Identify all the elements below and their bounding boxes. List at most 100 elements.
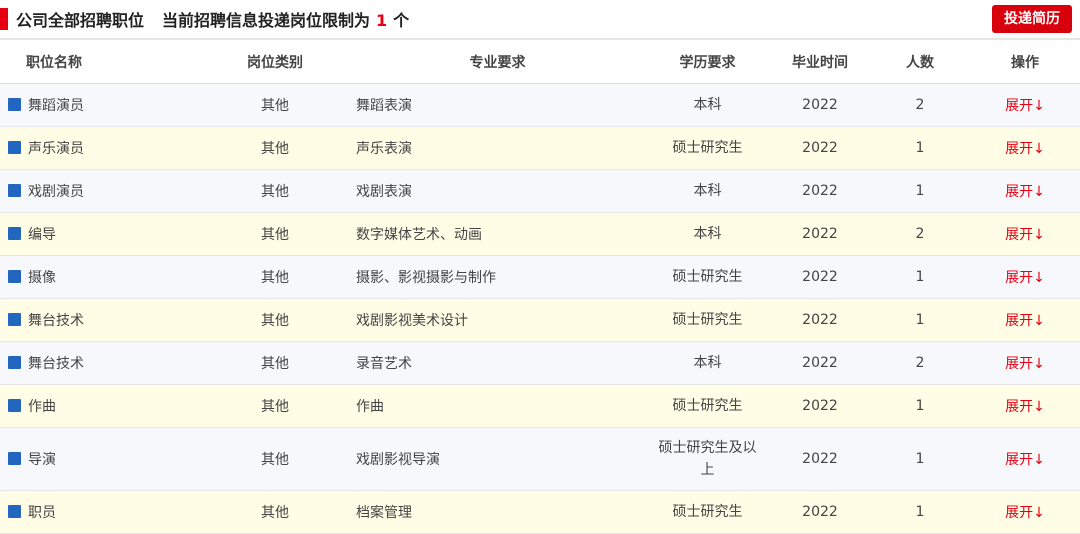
col-header-category: 岗位类别: [200, 40, 350, 84]
job-name-cell[interactable]: 作曲: [0, 384, 200, 428]
job-education-cell: 本科: [645, 83, 770, 127]
job-name-cell[interactable]: 职员: [0, 490, 200, 534]
job-education-cell: 硕士研究生: [645, 490, 770, 534]
table-row: 导演 其他 戏剧影视导演 硕士研究生及以上 2022 1 展开↓: [0, 427, 1080, 491]
job-major: 档案管理: [350, 490, 645, 534]
square-icon: [8, 505, 21, 518]
job-education-cell: 硕士研究生: [645, 298, 770, 342]
job-action-cell: 展开↓: [970, 490, 1080, 534]
expand-link[interactable]: 展开↓: [1005, 184, 1045, 200]
job-name-cell[interactable]: 舞台技术: [0, 298, 200, 342]
square-icon: [8, 141, 21, 154]
job-education: 硕士研究生: [672, 398, 743, 414]
job-name-cell[interactable]: 导演: [0, 427, 200, 491]
job-name: 戏剧演员: [28, 184, 84, 200]
col-header-major: 专业要求: [350, 40, 645, 84]
job-count: 1: [870, 298, 970, 342]
square-icon: [8, 399, 21, 412]
job-action-cell: 展开↓: [970, 126, 1080, 170]
job-action-cell: 展开↓: [970, 212, 1080, 256]
page-header: 公司全部招聘职位 当前招聘信息投递岗位限制为 1 个 投递简历: [0, 0, 1080, 40]
jobs-table: 职位名称 岗位类别 专业要求 学历要求 毕业时间 人数 操作 舞蹈演员 其他 舞蹈表…: [0, 40, 1080, 534]
job-education: 本科: [693, 355, 722, 371]
col-header-year: 毕业时间: [770, 40, 870, 84]
job-major: 声乐表演: [350, 126, 645, 170]
table-row: 戏剧演员 其他 戏剧表演 本科 2022 1 展开↓: [0, 169, 1080, 213]
submit-resume-button[interactable]: 投递简历: [992, 5, 1072, 33]
job-education: 硕士研究生及以上: [658, 440, 757, 478]
job-category: 其他: [200, 169, 350, 213]
job-education-cell: 本科: [645, 341, 770, 385]
job-category: 其他: [200, 490, 350, 534]
table-row: 摄像 其他 摄影、影视摄影与制作 硕士研究生 2022 1 展开↓: [0, 255, 1080, 299]
job-action-cell: 展开↓: [970, 83, 1080, 127]
job-count: 1: [870, 490, 970, 534]
job-count: 1: [870, 427, 970, 491]
job-major: 数字媒体艺术、动画: [350, 212, 645, 256]
job-count: 2: [870, 341, 970, 385]
square-icon: [8, 313, 21, 326]
job-count: 1: [870, 126, 970, 170]
job-name: 摄像: [28, 270, 56, 286]
limit-suffix: 个: [393, 11, 410, 30]
job-year: 2022: [770, 169, 870, 213]
job-count: 1: [870, 384, 970, 428]
job-education-cell: 本科: [645, 169, 770, 213]
job-name: 职员: [28, 505, 56, 521]
job-major: 作曲: [350, 384, 645, 428]
expand-link[interactable]: 展开↓: [1005, 98, 1045, 114]
job-name-cell[interactable]: 舞蹈演员: [0, 83, 200, 127]
expand-link[interactable]: 展开↓: [1005, 227, 1045, 243]
square-icon: [8, 184, 21, 197]
square-icon: [8, 270, 21, 283]
job-category: 其他: [200, 341, 350, 385]
expand-link[interactable]: 展开↓: [1005, 452, 1045, 468]
table-row: 编导 其他 数字媒体艺术、动画 本科 2022 2 展开↓: [0, 212, 1080, 256]
limit-prefix: 当前招聘信息投递岗位限制为: [162, 11, 371, 30]
job-year: 2022: [770, 126, 870, 170]
job-education: 硕士研究生: [672, 504, 743, 520]
job-education-cell: 硕士研究生: [645, 255, 770, 299]
job-category: 其他: [200, 255, 350, 299]
job-category: 其他: [200, 384, 350, 428]
job-education: 本科: [693, 97, 722, 113]
limit-count: 1: [376, 11, 388, 30]
job-name-cell[interactable]: 声乐演员: [0, 126, 200, 170]
job-education: 本科: [693, 183, 722, 199]
job-count: 1: [870, 255, 970, 299]
job-year: 2022: [770, 212, 870, 256]
job-name-cell[interactable]: 摄像: [0, 255, 200, 299]
page-title: 公司全部招聘职位: [16, 11, 145, 30]
job-name-cell[interactable]: 舞台技术: [0, 341, 200, 385]
job-action-cell: 展开↓: [970, 384, 1080, 428]
accent-bar: [0, 8, 8, 30]
job-year: 2022: [770, 83, 870, 127]
job-name: 编导: [28, 227, 56, 243]
limit-notice: 当前招聘信息投递岗位限制为 1 个: [162, 7, 409, 31]
job-education: 硕士研究生: [672, 140, 743, 156]
expand-link[interactable]: 展开↓: [1005, 356, 1045, 372]
job-count: 2: [870, 83, 970, 127]
expand-link[interactable]: 展开↓: [1005, 141, 1045, 157]
job-name: 导演: [28, 452, 56, 468]
job-year: 2022: [770, 341, 870, 385]
job-major: 摄影、影视摄影与制作: [350, 255, 645, 299]
job-education-cell: 硕士研究生及以上: [645, 427, 770, 491]
expand-link[interactable]: 展开↓: [1005, 399, 1045, 415]
col-header-action: 操作: [970, 40, 1080, 84]
expand-link[interactable]: 展开↓: [1005, 505, 1045, 521]
job-year: 2022: [770, 298, 870, 342]
table-row: 舞蹈演员 其他 舞蹈表演 本科 2022 2 展开↓: [0, 83, 1080, 127]
job-major: 录音艺术: [350, 341, 645, 385]
job-action-cell: 展开↓: [970, 255, 1080, 299]
table-row: 职员 其他 档案管理 硕士研究生 2022 1 展开↓: [0, 490, 1080, 534]
job-major: 戏剧影视美术设计: [350, 298, 645, 342]
job-name: 声乐演员: [28, 141, 84, 157]
expand-link[interactable]: 展开↓: [1005, 270, 1045, 286]
expand-link[interactable]: 展开↓: [1005, 313, 1045, 329]
job-name: 舞台技术: [28, 356, 84, 372]
job-name-cell[interactable]: 戏剧演员: [0, 169, 200, 213]
job-name-cell[interactable]: 编导: [0, 212, 200, 256]
job-year: 2022: [770, 255, 870, 299]
job-category: 其他: [200, 83, 350, 127]
